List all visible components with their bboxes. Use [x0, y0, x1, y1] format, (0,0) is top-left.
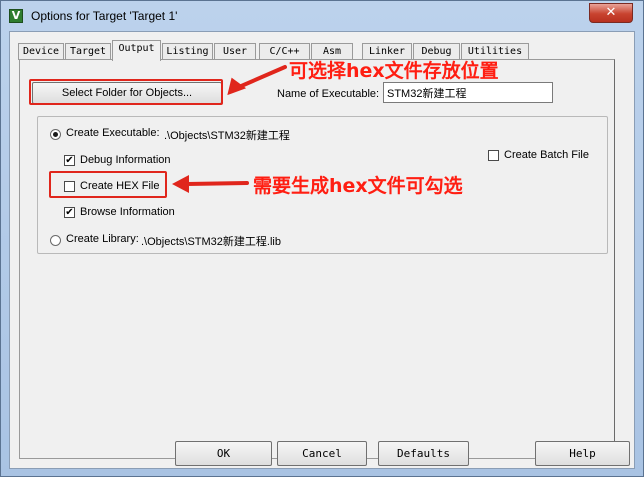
output-tab-page: Select Folder for Objects... Name of Exe…	[19, 59, 615, 459]
create-executable-path: .\Objects\STM32新建工程	[164, 130, 290, 142]
create-hex-highlight	[49, 171, 167, 198]
title-bar[interactable]: V Options for Target 'Target 1' ✕	[1, 1, 643, 31]
defaults-button[interactable]: Defaults	[378, 441, 469, 466]
select-folder-highlight	[29, 79, 223, 105]
tab-listing[interactable]: Listing	[162, 43, 213, 60]
name-of-executable-label: Name of Executable:	[277, 88, 380, 100]
name-of-executable-input[interactable]: STM32新建工程	[383, 82, 553, 103]
options-dialog: V Options for Target 'Target 1' ✕ Device…	[0, 0, 644, 477]
tab-user[interactable]: User	[214, 43, 256, 60]
create-batch-checkbox[interactable]	[488, 150, 499, 161]
create-library-radio[interactable]	[50, 235, 61, 246]
create-library-path: .\Objects\STM32新建工程.lib	[141, 236, 281, 248]
tab-target[interactable]: Target	[65, 43, 111, 60]
browse-information-checkbox[interactable]: ✔	[64, 207, 75, 218]
browse-information-label: Browse Information	[80, 206, 175, 218]
create-batch-label: Create Batch File	[504, 149, 589, 161]
debug-information-label: Debug Information	[80, 154, 171, 166]
help-button[interactable]: Help	[535, 441, 630, 466]
hex-annotation: 需要生成hex文件可勾选	[253, 175, 463, 197]
debug-information-checkbox[interactable]: ✔	[64, 155, 75, 166]
hex-arrow-icon	[172, 175, 249, 193]
ok-button[interactable]: OK	[175, 441, 272, 466]
create-executable-radio[interactable]	[50, 129, 61, 140]
cancel-button[interactable]: Cancel	[277, 441, 367, 466]
folder-arrow-icon	[227, 65, 287, 95]
close-icon: ✕	[605, 5, 617, 20]
create-executable-label: Create Executable:	[66, 127, 160, 139]
folder-annotation: 可选择hex文件存放位置	[289, 60, 499, 82]
create-library-label: Create Library:	[66, 233, 139, 245]
window-title: Options for Target 'Target 1'	[31, 9, 178, 23]
tab-device[interactable]: Device	[18, 43, 64, 60]
tab-output[interactable]: Output	[112, 40, 161, 61]
keil-app-icon: V	[9, 9, 23, 23]
close-button[interactable]: ✕	[589, 3, 633, 23]
